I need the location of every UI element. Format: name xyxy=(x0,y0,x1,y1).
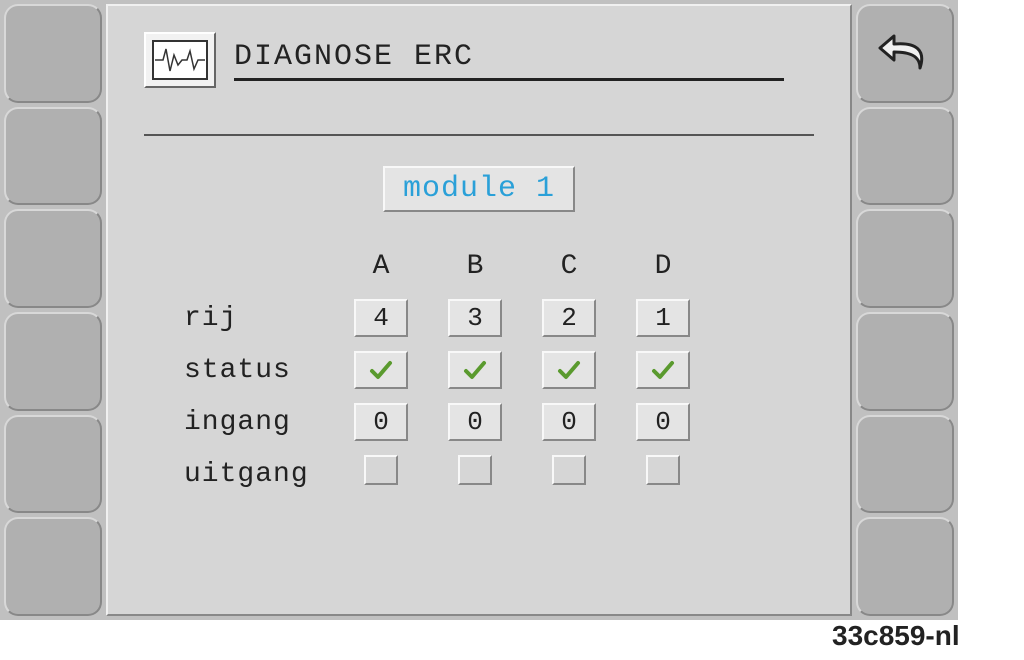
left-softkey-2[interactable] xyxy=(4,107,102,206)
uitgang-a xyxy=(364,455,398,485)
uitgang-c xyxy=(552,455,586,485)
left-softkey-3[interactable] xyxy=(4,209,102,308)
right-softkey-5[interactable] xyxy=(856,415,954,514)
right-softkey-3[interactable] xyxy=(856,209,954,308)
uitgang-b xyxy=(458,455,492,485)
rij-b: 3 xyxy=(448,299,502,337)
col-head-c: C xyxy=(522,251,616,282)
left-softkey-4[interactable] xyxy=(4,312,102,411)
diagnose-grid: A B C D rij 4 3 2 1 status xyxy=(144,240,814,500)
rij-a: 4 xyxy=(354,299,408,337)
device-frame: DIAGNOSE ERC module 1 A B C D rij 4 3 2 … xyxy=(0,0,958,620)
right-softkey-column xyxy=(852,0,958,620)
status-c-check-icon xyxy=(542,351,596,389)
row-label-ingang: ingang xyxy=(144,407,334,438)
row-label-uitgang: uitgang xyxy=(144,459,334,490)
row-status: status xyxy=(144,344,814,396)
left-softkey-6[interactable] xyxy=(4,517,102,616)
right-softkey-4[interactable] xyxy=(856,312,954,411)
row-label-rij: rij xyxy=(144,303,334,334)
page-title: DIAGNOSE ERC xyxy=(234,40,784,81)
row-uitgang: uitgang xyxy=(144,448,814,500)
screen-panel: DIAGNOSE ERC module 1 A B C D rij 4 3 2 … xyxy=(106,4,852,616)
right-softkey-6[interactable] xyxy=(856,517,954,616)
right-softkey-2[interactable] xyxy=(856,107,954,206)
status-b-check-icon xyxy=(448,351,502,389)
ingang-c: 0 xyxy=(542,403,596,441)
col-head-b: B xyxy=(428,251,522,282)
ingang-d: 0 xyxy=(636,403,690,441)
image-id-label: 33c859-nl xyxy=(832,620,960,652)
waveform-icon xyxy=(144,32,216,88)
back-button[interactable] xyxy=(856,4,954,103)
screen-header: DIAGNOSE ERC xyxy=(144,32,814,88)
rij-c: 2 xyxy=(542,299,596,337)
row-label-status: status xyxy=(144,355,334,386)
status-a-check-icon xyxy=(354,351,408,389)
row-rij: rij 4 3 2 1 xyxy=(144,292,814,344)
left-softkey-column xyxy=(0,0,106,620)
left-softkey-5[interactable] xyxy=(4,415,102,514)
uitgang-d xyxy=(646,455,680,485)
row-ingang: ingang 0 0 0 0 xyxy=(144,396,814,448)
grid-header-row: A B C D xyxy=(144,240,814,292)
module-selector[interactable]: module 1 xyxy=(383,166,575,212)
ingang-a: 0 xyxy=(354,403,408,441)
ingang-b: 0 xyxy=(448,403,502,441)
col-head-a: A xyxy=(334,251,428,282)
status-d-check-icon xyxy=(636,351,690,389)
divider xyxy=(144,134,814,136)
left-softkey-1[interactable] xyxy=(4,4,102,103)
rij-d: 1 xyxy=(636,299,690,337)
col-head-d: D xyxy=(616,251,710,282)
